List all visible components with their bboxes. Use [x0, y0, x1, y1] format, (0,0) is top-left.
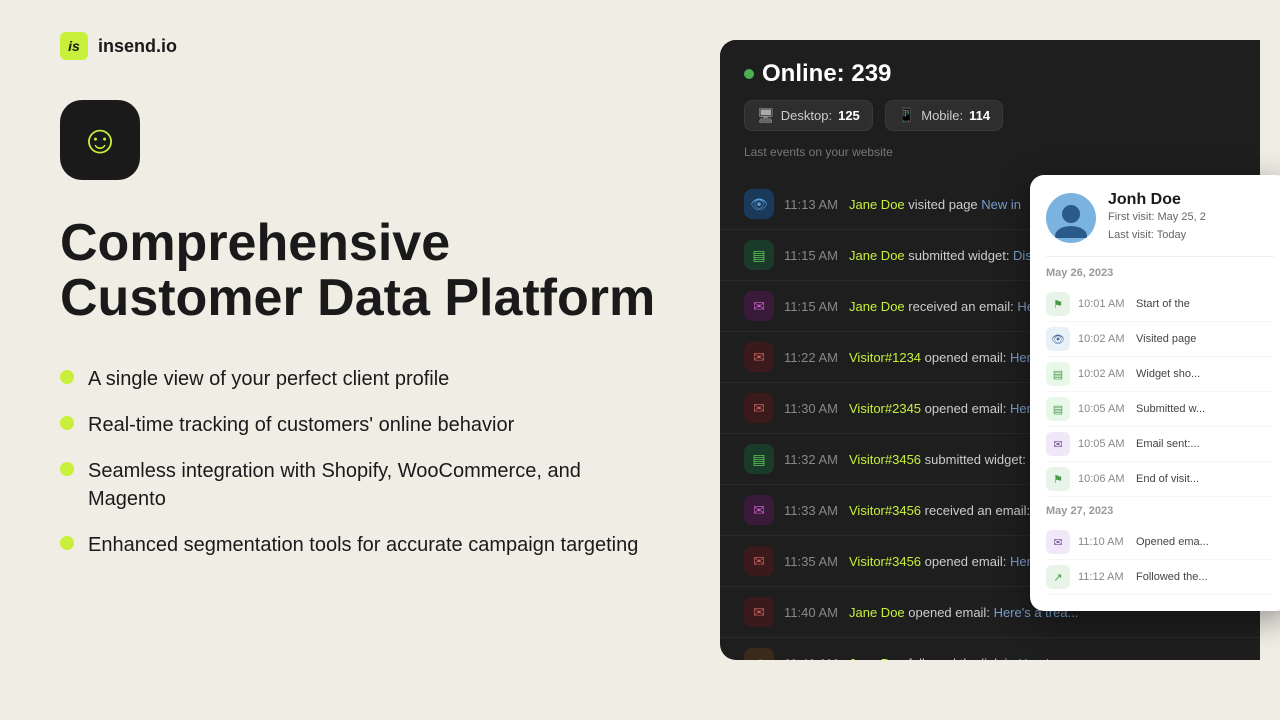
features-list: A single view of your perfect client pro… — [60, 365, 660, 559]
profile-event-time: 10:02 AM — [1078, 333, 1128, 345]
bullet-3 — [60, 462, 74, 476]
event-icon: ✉ — [744, 597, 774, 627]
profile-info: Jonh Doe First visit: May 25, 2 Last vis… — [1108, 191, 1274, 244]
profile-card: Jonh Doe First visit: May 25, 2 Last vis… — [1030, 175, 1280, 611]
profile-event-time: 11:10 AM — [1078, 536, 1128, 548]
profile-event-icon: ▤ — [1046, 397, 1070, 421]
profile-event-row[interactable]: 👁 10:02 AM Visited page — [1046, 322, 1274, 357]
profile-divider — [1046, 256, 1274, 257]
headline: Comprehensive Customer Data Platform — [60, 216, 660, 325]
profile-event-icon: ⚑ — [1046, 292, 1070, 316]
event-time: 11:41 AM — [784, 656, 839, 661]
online-indicator: Online: 239 — [744, 60, 1236, 88]
profile-events-day1: ⚑ 10:01 AM Start of the 👁 10:02 AM Visit… — [1046, 287, 1274, 497]
event-time: 11:33 AM — [784, 503, 839, 518]
feature-item-3: Seamless integration with Shopify, WooCo… — [60, 457, 660, 513]
profile-meta: First visit: May 25, 2 Last visit: Today — [1108, 209, 1274, 244]
profile-event-text: Start of the — [1136, 298, 1274, 310]
last-events-label: Last events on your website — [744, 145, 1236, 159]
profile-event-row[interactable]: ✉ 11:10 AM Opened ema... — [1046, 525, 1274, 560]
event-icon: ▤ — [744, 240, 774, 270]
profile-event-icon: 👁 — [1046, 327, 1070, 351]
event-icon: ✉ — [744, 342, 774, 372]
event-icon: ▤ — [744, 444, 774, 474]
event-icon: ✉ — [744, 495, 774, 525]
event-time: 11:15 AM — [784, 299, 839, 314]
event-icon: ✉ — [744, 393, 774, 423]
profile-event-icon: ▤ — [1046, 362, 1070, 386]
online-text: Online: 239 — [762, 60, 891, 88]
right-section: ✦ ✦ Online: 239 🖥 Desktop: 125 📱 Mobile: — [720, 0, 1280, 720]
mobile-badge: 📱 Mobile: 114 — [885, 100, 1003, 131]
feature-item-4: Enhanced segmentation tools for accurate… — [60, 531, 660, 559]
desktop-icon: 🖥 — [757, 107, 775, 124]
event-time: 11:13 AM — [784, 197, 839, 212]
profile-event-text: Email sent:... — [1136, 438, 1274, 450]
event-time: 11:35 AM — [784, 554, 839, 569]
event-time: 11:40 AM — [784, 605, 839, 620]
logo-area: is insend.io — [60, 32, 660, 60]
event-icon: 👁 — [744, 189, 774, 219]
profile-name: Jonh Doe — [1108, 191, 1274, 209]
feature-item-1: A single view of your perfect client pro… — [60, 365, 660, 393]
profile-event-icon: ⚑ — [1046, 467, 1070, 491]
profile-events-day2: ✉ 11:10 AM Opened ema... ↗ 11:12 AM Foll… — [1046, 525, 1274, 595]
logo-icon: is — [60, 32, 88, 60]
online-dot — [744, 69, 754, 79]
event-icon: ✉ — [744, 546, 774, 576]
profile-event-time: 11:12 AM — [1078, 571, 1128, 583]
event-text: Jane Doe followed the link in Here's a..… — [849, 656, 1236, 661]
event-icon: ✉ — [744, 291, 774, 321]
profile-header: Jonh Doe First visit: May 25, 2 Last vis… — [1046, 191, 1274, 244]
profile-event-row[interactable]: ↗ 11:12 AM Followed the... — [1046, 560, 1274, 595]
profile-event-text: Opened ema... — [1136, 536, 1274, 548]
profile-event-text: Followed the... — [1136, 571, 1274, 583]
profile-event-icon: ↗ — [1046, 565, 1070, 589]
event-time: 11:22 AM — [784, 350, 839, 365]
profile-event-row[interactable]: ✉ 10:05 AM Email sent:... — [1046, 427, 1274, 462]
profile-event-row[interactable]: ⚑ 10:01 AM Start of the — [1046, 287, 1274, 322]
event-time: 11:15 AM — [784, 248, 839, 263]
profile-event-row[interactable]: ⚑ 10:06 AM End of visit... — [1046, 462, 1274, 497]
device-badges: 🖥 Desktop: 125 📱 Mobile: 114 — [744, 100, 1236, 131]
profile-event-text: Widget sho... — [1136, 368, 1274, 380]
bullet-2 — [60, 416, 74, 430]
bullet-4 — [60, 536, 74, 550]
profile-event-row[interactable]: ▤ 10:02 AM Widget sho... — [1046, 357, 1274, 392]
profile-event-time: 10:02 AM — [1078, 368, 1128, 380]
profile-event-time: 10:06 AM — [1078, 473, 1128, 485]
left-section: is insend.io ☺ Comprehensive Customer Da… — [0, 0, 720, 720]
mobile-icon: 📱 — [898, 107, 915, 124]
smiley-icon: ☺ — [80, 118, 121, 163]
profile-date-section-2: May 27, 2023 — [1046, 505, 1274, 517]
profile-event-icon: ✉ — [1046, 530, 1070, 554]
event-icon: ↗ — [744, 648, 774, 660]
profile-event-row[interactable]: ▤ 10:05 AM Submitted w... — [1046, 392, 1274, 427]
event-time: 11:32 AM — [784, 452, 839, 467]
profile-event-time: 10:05 AM — [1078, 403, 1128, 415]
profile-event-text: Submitted w... — [1136, 403, 1274, 415]
profile-event-time: 10:01 AM — [1078, 298, 1128, 310]
dashboard-header: Online: 239 🖥 Desktop: 125 📱 Mobile: 114… — [720, 40, 1260, 179]
profile-avatar — [1046, 193, 1096, 243]
profile-event-text: End of visit... — [1136, 473, 1274, 485]
profile-event-icon: ✉ — [1046, 432, 1070, 456]
app-icon: ☺ — [60, 100, 140, 180]
event-row[interactable]: ↗ 11:41 AM Jane Doe followed the link in… — [720, 638, 1260, 660]
logo-name: insend.io — [98, 36, 177, 57]
bullet-1 — [60, 370, 74, 384]
profile-event-time: 10:05 AM — [1078, 438, 1128, 450]
event-time: 11:30 AM — [784, 401, 839, 416]
profile-event-text: Visited page — [1136, 333, 1274, 345]
feature-item-2: Real-time tracking of customers' online … — [60, 411, 660, 439]
desktop-badge: 🖥 Desktop: 125 — [744, 100, 873, 131]
profile-date-section-1: May 26, 2023 — [1046, 267, 1274, 279]
